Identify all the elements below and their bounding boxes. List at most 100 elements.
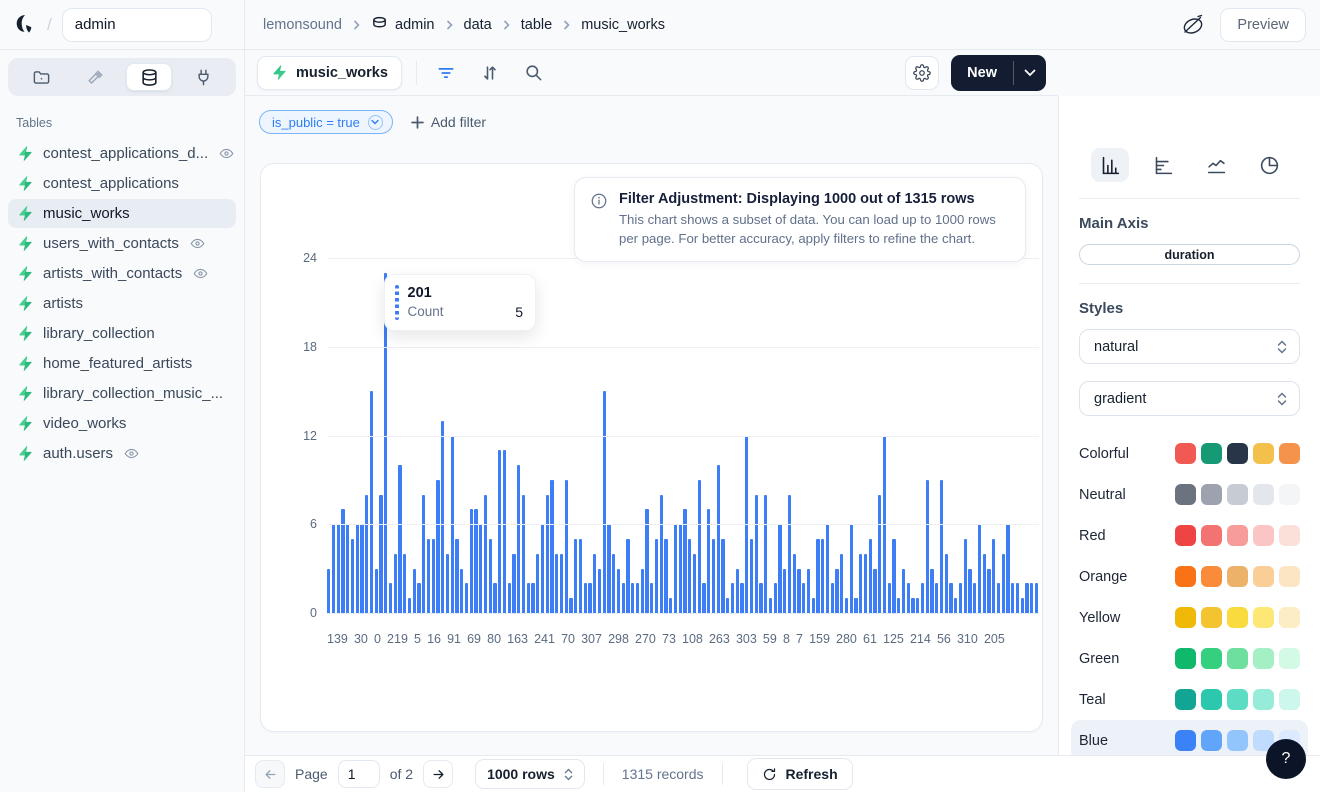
chart-bar[interactable]	[337, 524, 340, 613]
chart-bar[interactable]	[983, 554, 986, 613]
chart-bar[interactable]	[436, 480, 439, 613]
color-swatch[interactable]	[1279, 689, 1300, 710]
breadcrumb-data[interactable]: data	[464, 17, 492, 33]
color-swatch[interactable]	[1279, 525, 1300, 546]
chart-bar[interactable]	[1002, 554, 1005, 613]
chart-bar[interactable]	[916, 598, 919, 613]
chart-bar[interactable]	[360, 524, 363, 613]
breadcrumb-project[interactable]: lemonsound	[263, 17, 342, 33]
next-page-button[interactable]	[423, 760, 453, 788]
add-filter-button[interactable]: Add filter	[411, 114, 486, 130]
chart-bar[interactable]	[954, 598, 957, 613]
color-swatch[interactable]	[1175, 730, 1196, 751]
chart-bar[interactable]	[679, 524, 682, 613]
chart-bar[interactable]	[888, 583, 891, 613]
color-swatch[interactable]	[1201, 566, 1222, 587]
workspace-input[interactable]	[62, 8, 212, 42]
chart-bar[interactable]	[432, 539, 435, 613]
tab-files-folder-icon[interactable]	[18, 63, 64, 91]
sidebar-table-item[interactable]: library_collection_music_...	[8, 379, 236, 408]
chart-bar[interactable]	[479, 524, 482, 613]
chart-bar[interactable]	[968, 569, 971, 613]
sidebar-table-item[interactable]: auth.users	[8, 439, 236, 468]
sidebar-table-item[interactable]: music_works	[8, 199, 236, 228]
sidebar-table-item[interactable]: home_featured_artists	[8, 349, 236, 378]
palette-row-teal[interactable]: Teal	[1079, 679, 1300, 720]
sidebar-table-item[interactable]: artists	[8, 289, 236, 318]
color-swatch[interactable]	[1279, 566, 1300, 587]
chart-bar[interactable]	[850, 524, 853, 613]
chart-bar[interactable]	[332, 524, 335, 613]
chart-bar[interactable]	[717, 465, 720, 613]
chart-bar[interactable]	[622, 583, 625, 613]
breadcrumb-table[interactable]: table	[521, 17, 552, 33]
color-swatch[interactable]	[1253, 525, 1274, 546]
chart-bar[interactable]	[859, 554, 862, 613]
color-swatch[interactable]	[1201, 607, 1222, 628]
chart-bar[interactable]	[546, 495, 549, 613]
chart-bar[interactable]	[892, 539, 895, 613]
chart-bar[interactable]	[327, 569, 330, 613]
chart-bar[interactable]	[959, 583, 962, 613]
chart-bar[interactable]	[997, 583, 1000, 613]
chart-bar[interactable]	[788, 495, 791, 613]
chart-type-line-icon[interactable]	[1197, 148, 1235, 182]
chart-bar[interactable]	[769, 598, 772, 613]
chart-bar[interactable]	[1025, 583, 1028, 613]
color-swatch[interactable]	[1227, 566, 1248, 587]
chart-bar[interactable]	[584, 583, 587, 613]
chart-bar[interactable]	[636, 583, 639, 613]
search-icon[interactable]	[519, 58, 549, 88]
chart-bar[interactable]	[921, 583, 924, 613]
color-swatch[interactable]	[1253, 566, 1274, 587]
chart-bar[interactable]	[702, 583, 705, 613]
chart-bar[interactable]	[864, 554, 867, 613]
new-record-button[interactable]: New	[951, 55, 1013, 91]
chart-bar[interactable]	[365, 495, 368, 613]
color-swatch[interactable]	[1279, 607, 1300, 628]
color-swatch[interactable]	[1279, 443, 1300, 464]
chart-bar[interactable]	[441, 421, 444, 613]
chart-type-bar-horizontal-icon[interactable]	[1144, 148, 1182, 182]
color-swatch[interactable]	[1253, 689, 1274, 710]
color-swatch[interactable]	[1253, 607, 1274, 628]
chart-bar[interactable]	[394, 554, 397, 613]
sidebar-table-item[interactable]: artists_with_contacts	[8, 259, 236, 288]
color-swatch[interactable]	[1175, 648, 1196, 669]
chart-bar[interactable]	[346, 524, 349, 613]
color-swatch[interactable]	[1201, 648, 1222, 669]
chart-bar[interactable]	[356, 524, 359, 613]
chart-bar[interactable]	[835, 569, 838, 613]
chart-bar[interactable]	[926, 480, 929, 613]
color-swatch[interactable]	[1227, 484, 1248, 505]
chart-bar[interactable]	[1006, 524, 1009, 613]
chart-bar[interactable]	[731, 583, 734, 613]
chart-bar[interactable]	[527, 583, 530, 613]
chart-bar[interactable]	[403, 554, 406, 613]
chart-bar[interactable]	[987, 569, 990, 613]
new-dropdown-chevron-icon[interactable]	[1014, 55, 1046, 91]
color-swatch[interactable]	[1227, 443, 1248, 464]
palette-row-green[interactable]: Green	[1079, 638, 1300, 679]
color-swatch[interactable]	[1175, 566, 1196, 587]
chart-bar[interactable]	[740, 583, 743, 613]
chart-bar[interactable]	[408, 598, 411, 613]
chart-bar[interactable]	[964, 539, 967, 613]
chart-bar[interactable]	[446, 554, 449, 613]
sidebar-table-item[interactable]: contest_applications_d...	[8, 139, 236, 168]
chart-bar[interactable]	[664, 539, 667, 613]
active-filter-chip[interactable]: is_public = true	[259, 110, 393, 134]
chevron-down-icon[interactable]	[368, 115, 383, 130]
chart-bar[interactable]	[455, 539, 458, 613]
chart-bar[interactable]	[655, 539, 658, 613]
app-logo-icon[interactable]	[12, 12, 37, 37]
chart-bar[interactable]	[550, 480, 553, 613]
chart-bar[interactable]	[807, 569, 810, 613]
color-swatch[interactable]	[1201, 443, 1222, 464]
chart-bar[interactable]	[755, 495, 758, 613]
chart-bar[interactable]	[854, 598, 857, 613]
chart-bar[interactable]	[797, 569, 800, 613]
chart-bar[interactable]	[821, 539, 824, 613]
chart-bar[interactable]	[873, 569, 876, 613]
chart-bar[interactable]	[503, 450, 506, 613]
